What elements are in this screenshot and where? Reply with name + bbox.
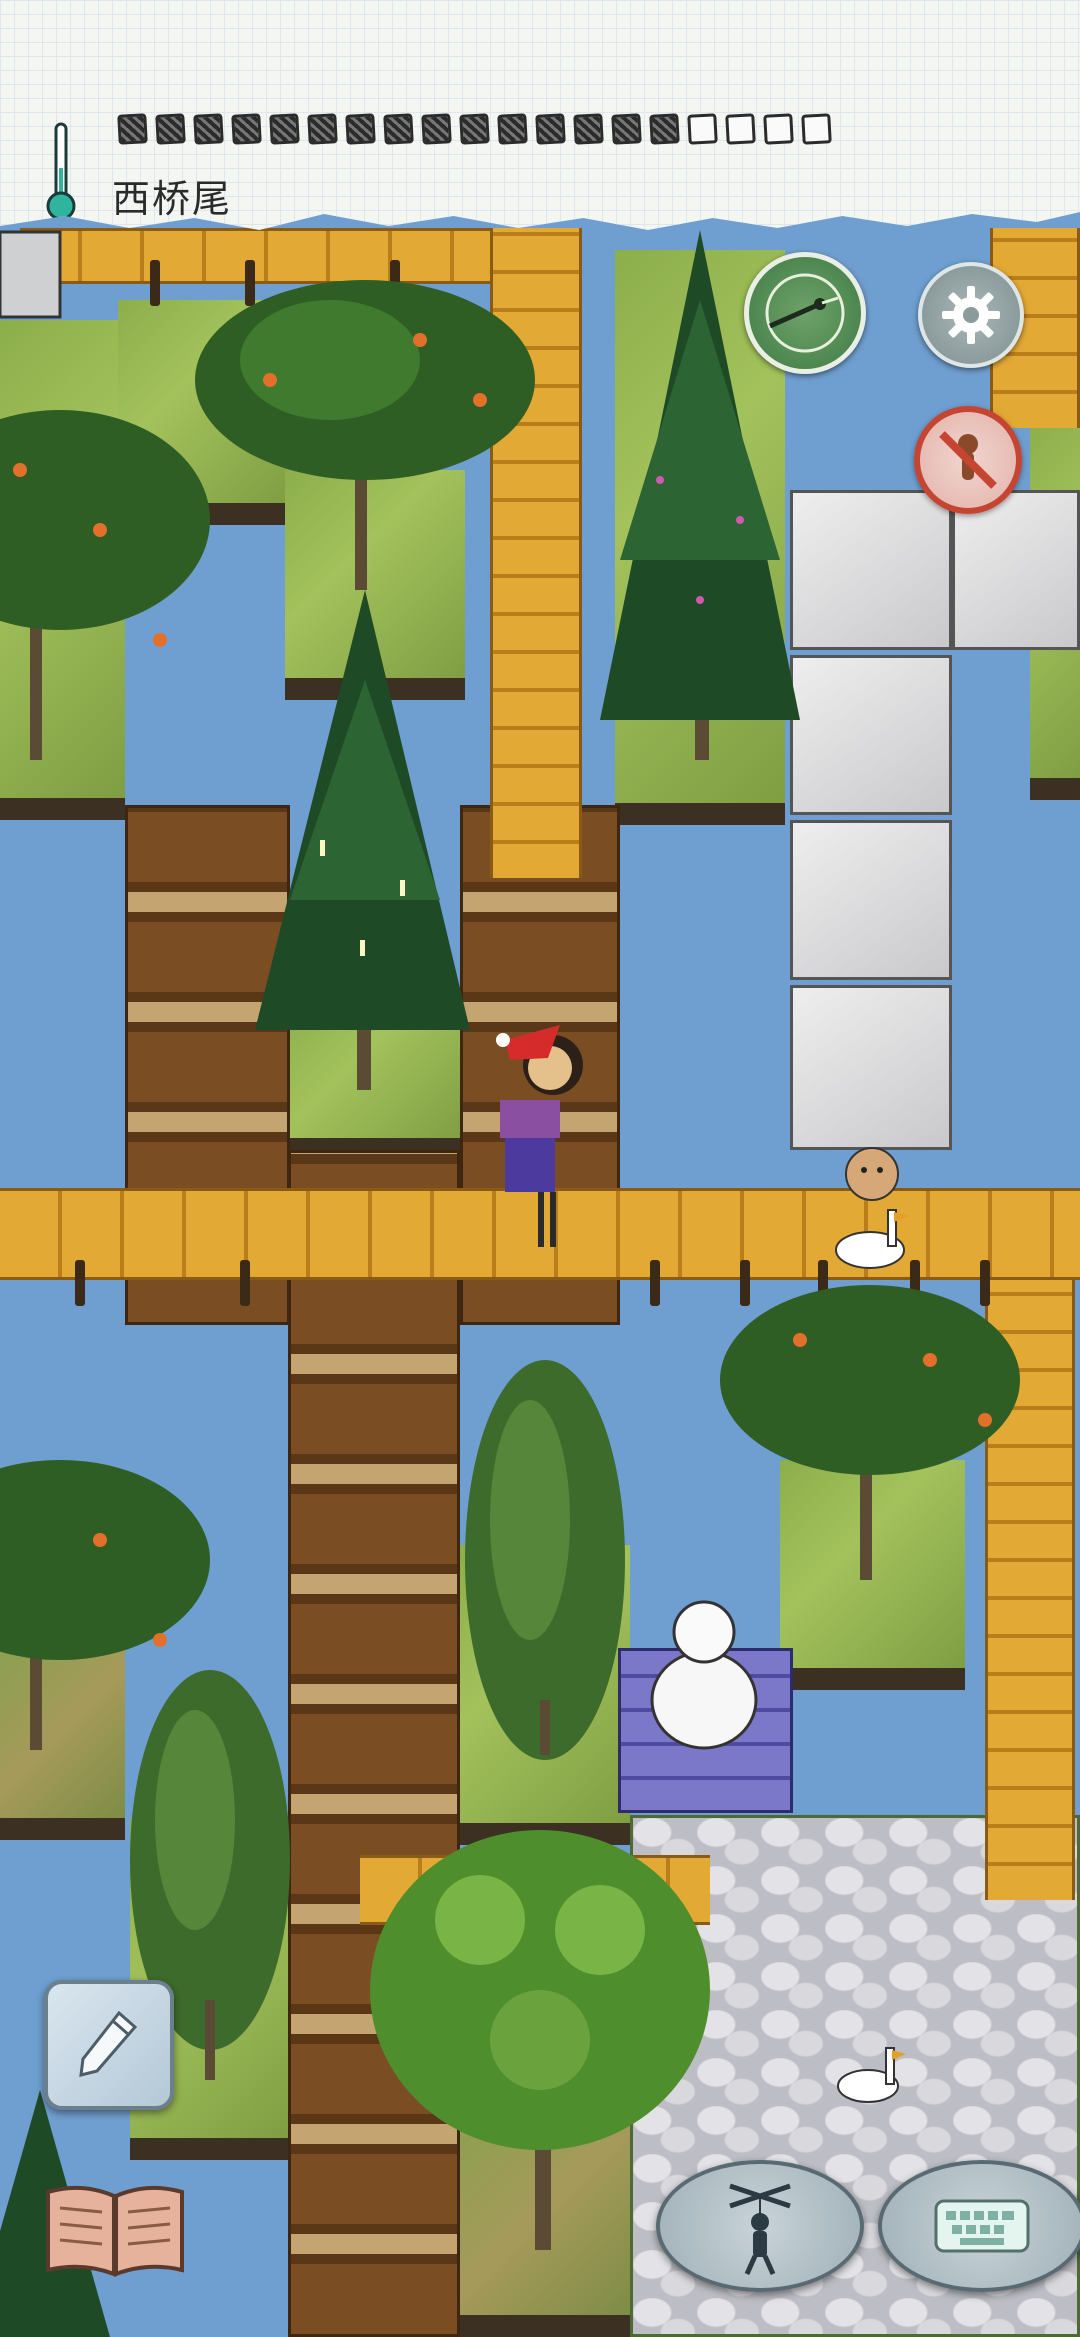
goose[interactable] [837,2047,906,2103]
fruit-tree[interactable] [0,410,210,760]
recipe-book-button[interactable] [42,2178,188,2280]
location-label: 西桥尾 [112,177,233,221]
stump [0,230,62,319]
snowman[interactable] [650,1600,758,1750]
food-pip [193,113,224,145]
compass-icon [765,273,845,353]
food-pip [763,113,794,145]
emote-button[interactable] [656,2160,864,2292]
christmas-tree[interactable] [255,590,470,1090]
disable-follower-button[interactable] [914,406,1022,514]
player-character[interactable] [496,1025,583,1247]
food-pip [649,113,680,145]
settings-button[interactable] [918,262,1024,368]
food-pip [497,113,528,145]
food-pip [725,113,756,145]
open-book-icon [46,2185,184,2277]
leafy-tree[interactable] [370,1830,710,2250]
food-pip [155,113,186,145]
food-pip [307,113,338,145]
write-note-button[interactable] [44,1980,174,2110]
fruit-tree[interactable] [195,280,535,590]
food-pip [117,113,148,145]
food-pip [421,113,452,145]
cypress-tree[interactable] [465,1360,625,1760]
status-header: 西桥尾 [0,0,1080,230]
compass-button[interactable] [744,252,866,374]
no-goose-icon [939,431,997,489]
keyboard-icon [934,2199,1030,2253]
food-pip [459,113,490,145]
food-pip [383,113,414,145]
food-pip [535,113,566,145]
food-pip [573,113,604,145]
goose[interactable] [835,1209,910,1269]
food-pip [611,113,642,145]
chat-keyboard-button[interactable] [878,2160,1080,2292]
food-meter [117,113,832,145]
gear-icon [942,286,1000,344]
npc-child[interactable] [845,1147,899,1201]
food-pip [345,113,376,145]
food-pip [687,113,718,145]
fruit-tree[interactable] [720,1285,1020,1580]
food-pip [231,113,262,145]
food-pip [269,113,300,145]
thermometer-icon [46,122,76,221]
food-pip [801,113,832,145]
puppet-icon [729,2183,791,2276]
pencil-icon [79,2010,138,2077]
